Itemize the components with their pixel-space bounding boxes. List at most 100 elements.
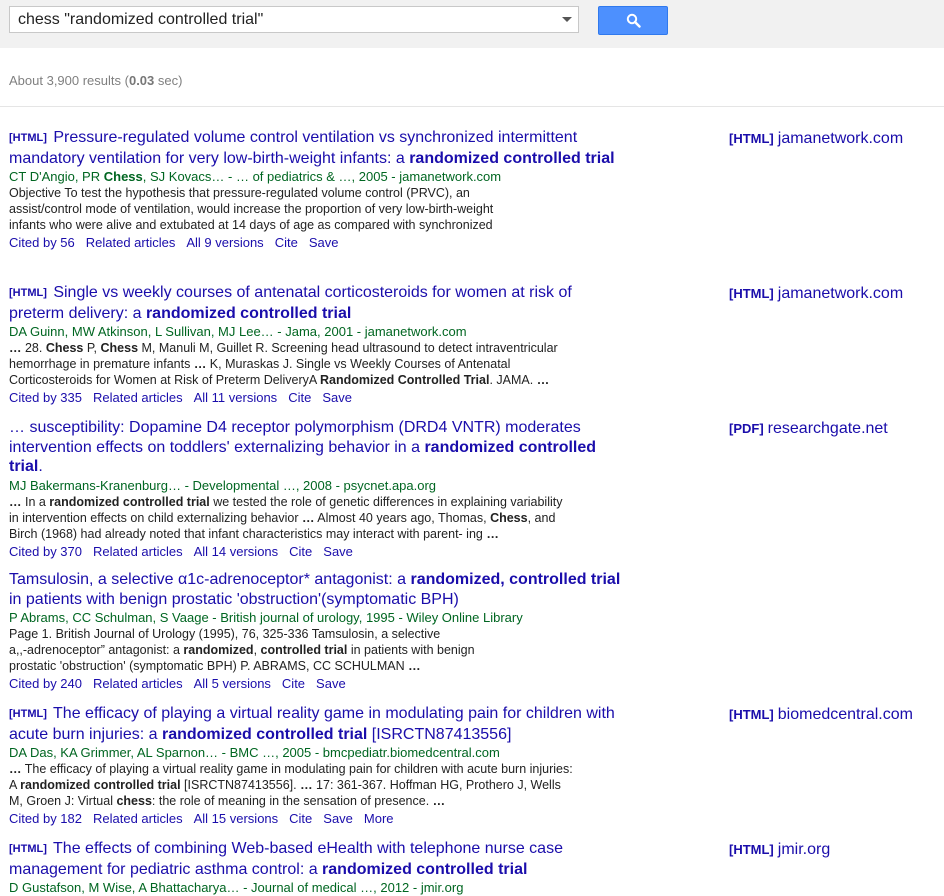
all-versions-link[interactable]: All 11 versions: [194, 390, 278, 405]
result-snippet: … In a randomized controlled trial we te…: [9, 494, 621, 542]
cited-by-link[interactable]: Cited by 240: [9, 676, 82, 691]
snippet-line: a,,-adrenoceptor” antagonist: a randomiz…: [9, 643, 475, 657]
dropdown-arrow-icon[interactable]: [562, 17, 572, 22]
save-link[interactable]: Save: [323, 544, 353, 559]
snippet-highlight: …: [432, 794, 446, 808]
search-box[interactable]: [9, 6, 579, 33]
result-title-highlight: randomized controlled trial: [322, 860, 528, 878]
snippet-highlight: …: [9, 494, 22, 509]
search-button[interactable]: [598, 6, 668, 35]
fulltext-domain: researchgate.net: [767, 420, 888, 437]
result-authors-source: CT D'Angio, PR Chess, SJ Kovacs… - … of …: [9, 169, 502, 184]
cite-link[interactable]: Cite: [288, 390, 311, 405]
cited-by-link[interactable]: Cited by 335: [9, 390, 82, 405]
cited-by-link[interactable]: Cited by 182: [9, 811, 82, 826]
snippet-highlight: …: [193, 357, 207, 371]
all-versions-link[interactable]: All 9 versions: [186, 235, 263, 250]
result-snippet: Objective To test the hypothesis that pr…: [9, 185, 621, 233]
result-title-link[interactable]: [HTML] The effects of combining Web-base…: [9, 839, 621, 879]
fulltext-format-tag: [PDF]: [729, 421, 764, 436]
snippet-highlight: randomized: [183, 643, 254, 657]
snippet-line: in intervention effects on child externa…: [9, 510, 556, 525]
result-authors-source: MJ Bakermans-Kranenburg… - Developmental…: [9, 477, 437, 493]
fulltext-link[interactable]: [HTML] jmir.org: [729, 841, 830, 859]
result-actions: Cited by 182 Related articles All 15 versi…: [9, 811, 621, 827]
result-actions: Cited by 240 Related articles All 5 versio…: [9, 676, 621, 692]
snippet-line: Objective To test the hypothesis that pr…: [9, 186, 470, 200]
snippet-highlight: Chess: [45, 341, 84, 355]
result-title-link[interactable]: [HTML] Single vs weekly courses of anten…: [9, 283, 621, 323]
results-time: 0.03: [128, 73, 155, 88]
snippet-highlight: …: [300, 778, 313, 792]
search-input[interactable]: [10, 7, 550, 32]
save-link[interactable]: Save: [322, 390, 352, 405]
result-title-highlight: randomized, controlled trial: [410, 571, 621, 588]
fulltext-format-tag: [HTML]: [729, 842, 774, 857]
cited-by-link[interactable]: Cited by 56: [9, 235, 75, 250]
snippet-line: Birch (1968) had already noted that infa…: [9, 526, 499, 541]
cited-by-link[interactable]: Cited by 370: [9, 544, 82, 559]
related-articles-link[interactable]: Related articles: [93, 811, 183, 826]
results-count-prefix: About 3,900 results (: [9, 73, 129, 88]
fulltext-link[interactable]: [HTML] jamanetwork.com: [729, 285, 903, 303]
fulltext-format-tag: [HTML]: [729, 707, 774, 722]
result-title-highlight: randomized controlled trial: [145, 304, 352, 322]
cite-link[interactable]: Cite: [282, 676, 305, 691]
snippet-line: infants who were alive and extubated at …: [9, 218, 493, 232]
fulltext-domain: jamanetwork.com: [777, 130, 904, 147]
save-link[interactable]: Save: [316, 676, 346, 691]
result-title-highlight: randomized controlled trial: [161, 725, 368, 743]
result-authors-source: DA Guinn, MW Atkinson, L Sullivan, MJ Le…: [9, 324, 467, 339]
fulltext-link[interactable]: [HTML] jamanetwork.com: [729, 130, 903, 148]
related-articles-link[interactable]: Related articles: [86, 235, 176, 250]
fulltext-domain: jamanetwork.com: [777, 285, 904, 302]
snippet-line: Corticosteroids for Women at Risk of Pre…: [9, 373, 550, 387]
snippet-highlight: randomized controlled trial: [20, 778, 181, 792]
snippet-highlight: Chess: [490, 510, 528, 525]
snippet-highlight: Chess: [100, 341, 139, 355]
snippet-highlight: …: [536, 373, 550, 387]
result-snippet: Page 1. British Journal of Urology (1995…: [9, 626, 621, 674]
all-versions-link[interactable]: All 5 versions: [194, 676, 271, 691]
snippet-highlight: …: [302, 510, 315, 525]
snippet-line: hemorrhage in premature infants … K, Mur…: [9, 357, 511, 371]
result-format-tag: [HTML]: [9, 287, 47, 299]
all-versions-link[interactable]: All 14 versions: [194, 544, 279, 559]
related-articles-link[interactable]: Related articles: [93, 390, 183, 405]
result-authors-source: D Gustafson, M Wise, A Bhattacharya… - J…: [9, 880, 464, 895]
result-title-link[interactable]: [HTML] The efficacy of playing a virtual…: [9, 704, 621, 744]
cite-link[interactable]: Cite: [275, 235, 298, 250]
top-search-bar: [0, 0, 944, 49]
snippet-highlight: randomized controlled trial: [49, 494, 210, 509]
save-link[interactable]: Save: [309, 235, 339, 250]
snippet-line: … The efficacy of playing a virtual real…: [9, 762, 573, 776]
more-link[interactable]: More: [364, 811, 394, 826]
fulltext-format-tag: [HTML]: [729, 131, 774, 146]
fulltext-domain: jmir.org: [777, 841, 831, 858]
related-articles-link[interactable]: Related articles: [93, 676, 183, 691]
snippet-line: assist/control mode of ventilation, woul…: [9, 202, 494, 216]
search-result: [HTML] The efficacy of playing a virtual…: [9, 704, 621, 827]
snippet-line: A randomized controlled trial [ISRCTN874…: [9, 778, 561, 792]
save-link[interactable]: Save: [323, 811, 353, 826]
snippet-line: … In a randomized controlled trial we te…: [9, 494, 563, 509]
result-snippet: … The efficacy of playing a virtual real…: [9, 761, 621, 809]
fulltext-domain: biomedcentral.com: [777, 706, 913, 723]
related-articles-link[interactable]: Related articles: [93, 544, 183, 559]
search-result: [HTML] The effects of combining Web-base…: [9, 839, 621, 896]
result-title-highlight: randomized controlled trial: [9, 438, 597, 476]
result-title-link[interactable]: … susceptibility: Dopamine D4 receptor p…: [9, 418, 621, 477]
fulltext-format-tag: [HTML]: [729, 286, 774, 301]
result-title-link[interactable]: [HTML] Pressure-regulated volume control…: [9, 128, 621, 168]
all-versions-link[interactable]: All 15 versions: [194, 811, 279, 826]
result-format-tag: [HTML]: [9, 132, 47, 144]
cite-link[interactable]: Cite: [289, 811, 312, 826]
search-result: [HTML] Single vs weekly courses of anten…: [9, 283, 621, 406]
result-title-link[interactable]: Tamsulosin, a selective α1c-adrenoceptor…: [9, 570, 621, 609]
fulltext-link[interactable]: [PDF] researchgate.net: [729, 420, 888, 438]
snippet-highlight: Randomized Controlled Trial: [319, 373, 490, 387]
result-snippet: … 28. Chess P, Chess M, Manuli M, Guille…: [9, 340, 621, 388]
cite-link[interactable]: Cite: [289, 544, 312, 559]
snippet-line: M, Groen J: Virtual chess: the role of m…: [9, 794, 446, 808]
fulltext-link[interactable]: [HTML] biomedcentral.com: [729, 706, 913, 724]
